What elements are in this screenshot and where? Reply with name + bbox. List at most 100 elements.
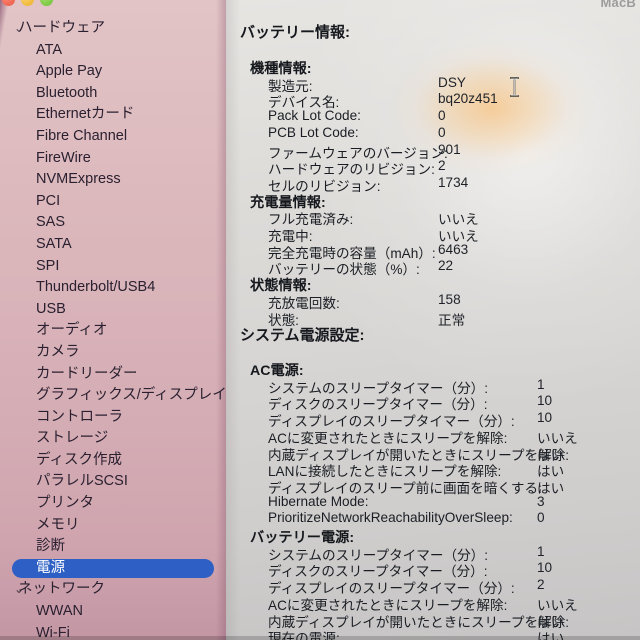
sidebar: ⌄ ハードウェア ATA Apple Pay Bluetooth Ethernetカード F… <box>0 0 226 640</box>
sidebar-item-6[interactable]: FireWire <box>0 148 226 170</box>
info-row: LANに接続したときにスリープを解除: はい <box>226 460 640 479</box>
sidebar-item-label: コントローラ <box>36 408 123 425</box>
info-row-value: 1 <box>537 376 545 392</box>
sidebar-item-label: Bluetooth <box>36 84 98 101</box>
sidebar-item-11[interactable]: SPI <box>0 256 226 278</box>
sidebar-item-12[interactable]: Thunderbolt/USB4 <box>0 277 226 299</box>
info-row-value: 6463 <box>438 241 469 257</box>
sidebar-item-2[interactable]: Apple Pay <box>0 61 226 83</box>
info-row: 充放電回数: 158 <box>226 291 640 311</box>
sidebar-item-label: Apple Pay <box>36 63 103 80</box>
sidebar-item-5[interactable]: Fibre Channel <box>0 126 226 148</box>
main-panel: MacB バッテリー情報: システム電源設定: 機種情報: 製造元: DSY デバイス… <box>226 0 640 640</box>
sidebar-item-label: ATA <box>36 41 63 58</box>
info-row: PCB Lot Code: 0 <box>226 125 640 142</box>
info-row-value: 0 <box>438 124 446 140</box>
info-row: 製造元: DSY <box>226 74 640 94</box>
info-row-value: bq20z451 <box>438 91 498 107</box>
sidebar-item-label: パラレルSCSI <box>36 473 128 490</box>
info-row-value: 0 <box>438 108 446 124</box>
sidebar-item-9[interactable]: SAS <box>0 212 226 234</box>
sidebar-item-13[interactable]: USB <box>0 299 226 321</box>
sidebar-item-label: オーディオ <box>36 322 108 339</box>
sidebar-item-label: ストレージ <box>36 430 109 447</box>
sidebar-item-25[interactable]: 電源 <box>0 558 226 580</box>
sidebar-item-22[interactable]: プリンタ <box>0 493 226 515</box>
minimize-icon[interactable] <box>21 0 34 6</box>
sidebar-item-1[interactable]: ATA <box>0 40 226 62</box>
sidebar-item-7[interactable]: NVMExpress <box>0 169 226 191</box>
sidebar-item-23[interactable]: メモリ <box>0 515 226 537</box>
sidebar-item-19[interactable]: ストレージ <box>0 428 226 450</box>
sidebar-item-27[interactable]: WWAN <box>0 601 226 623</box>
info-row: フル充電済み: いいえ <box>226 208 640 227</box>
window-title: MacB <box>600 0 636 10</box>
info-row: ディスプレイのスリープタイマー（分）: 10 <box>226 410 640 429</box>
sidebar-item-14[interactable]: オーディオ <box>0 320 226 342</box>
sidebar-item-label: メモリ <box>36 516 80 533</box>
text-cursor-icon <box>510 77 519 97</box>
sidebar-item-18[interactable]: コントローラ <box>0 407 226 429</box>
info-row: ACに変更されたときにスリープを解除: いいえ <box>226 427 640 446</box>
sidebar-item-24[interactable]: 診断 <box>0 536 226 558</box>
info-row: ディスプレイのスリープタイマー（分）: 2 <box>226 577 640 596</box>
sidebar-item-label: プリンタ <box>36 495 94 512</box>
info-row: システムのスリープタイマー（分）: 1 <box>226 376 640 396</box>
sidebar-item-label: 電源 <box>36 559 65 576</box>
info-row: 充電中: いいえ <box>226 225 640 244</box>
info-row-key: PrioritizeNetworkReachabilityOverSleep: <box>268 510 513 526</box>
info-row-value: 2 <box>438 158 446 174</box>
system-information-window: ⌄ ハードウェア ATA Apple Pay Bluetooth Ethernetカード F… <box>0 0 640 640</box>
sidebar-item-21[interactable]: パラレルSCSI <box>0 471 226 493</box>
sidebar-item-label: Ethernetカード <box>36 106 135 123</box>
info-row-key: Pack Lot Code: <box>268 108 361 124</box>
sidebar-item-label: グラフィックス/ディスプレイ <box>36 387 226 404</box>
info-row-value: 10 <box>537 393 553 409</box>
info-row: Pack Lot Code: 0 <box>226 108 640 125</box>
sidebar-item-3[interactable]: Bluetooth <box>0 83 226 105</box>
info-row: 状態: 正常 <box>226 309 640 328</box>
sidebar-item-label: ディスク作成 <box>36 451 122 468</box>
sidebar-item-label: SPI <box>36 257 60 274</box>
info-row: システムのスリープタイマー（分）: 1 <box>226 543 640 563</box>
info-row-value: 1734 <box>438 174 469 190</box>
power-section-title: システム電源設定: <box>240 327 365 344</box>
sidebar-item-label: NVMExpress <box>36 171 121 188</box>
sidebar-item-label: Thunderbolt/USB4 <box>36 279 156 296</box>
info-row: ACに変更されたときにスリープを解除: いいえ <box>226 594 640 613</box>
sidebar-item-label: USB <box>36 300 66 317</box>
zoom-icon[interactable] <box>40 0 53 6</box>
sidebar-item-10[interactable]: SATA <box>0 234 226 256</box>
sidebar-item-17[interactable]: グラフィックス/ディスプレイ <box>0 385 226 407</box>
info-row: 内蔵ディスプレイが開いたときにスリープを解除: はい <box>226 444 640 463</box>
close-icon[interactable] <box>2 0 15 6</box>
sidebar-item-0[interactable]: ⌄ ハードウェア <box>0 18 226 40</box>
sidebar-item-label: ネットワーク <box>18 581 105 598</box>
info-row-key: Hibernate Mode: <box>268 493 369 509</box>
info-row: ディスクのスリープタイマー（分）: 10 <box>226 393 640 412</box>
screen-bottom-edge <box>0 636 640 640</box>
info-row-value: 10 <box>537 560 553 576</box>
info-row-value: 22 <box>438 258 454 274</box>
info-row: バッテリーの状態（%）: 22 <box>226 258 640 277</box>
info-row-value: 10 <box>537 410 553 426</box>
sidebar-item-label: 診断 <box>36 538 65 555</box>
info-row-value: DSY <box>438 74 466 90</box>
sidebar-item-label: SATA <box>36 235 72 252</box>
info-row-value: 1 <box>537 543 545 559</box>
info-row: Hibernate Mode: 3 <box>226 494 640 511</box>
sidebar-item-26[interactable]: ⌄ ネットワーク <box>0 579 226 601</box>
window-traffic-lights <box>0 0 120 11</box>
info-row-value: 158 <box>438 291 461 307</box>
sidebar-item-label: カードリーダー <box>36 365 138 382</box>
sidebar-item-4[interactable]: Ethernetカード <box>0 104 226 126</box>
sidebar-item-20[interactable]: ディスク作成 <box>0 450 226 472</box>
info-row: デバイス名: bq20z451 <box>226 91 640 110</box>
sidebar-item-16[interactable]: カードリーダー <box>0 364 226 386</box>
info-row: ファームウェアのバージョン: 901 <box>226 141 640 161</box>
info-row: 内蔵ディスプレイが開いたときにスリープを解除: はい <box>226 611 640 630</box>
sidebar-item-15[interactable]: カメラ <box>0 342 226 364</box>
info-row-value: 901 <box>438 141 461 157</box>
sidebar-item-label: ハードウェア <box>18 20 105 36</box>
sidebar-item-8[interactable]: PCI <box>0 191 226 213</box>
